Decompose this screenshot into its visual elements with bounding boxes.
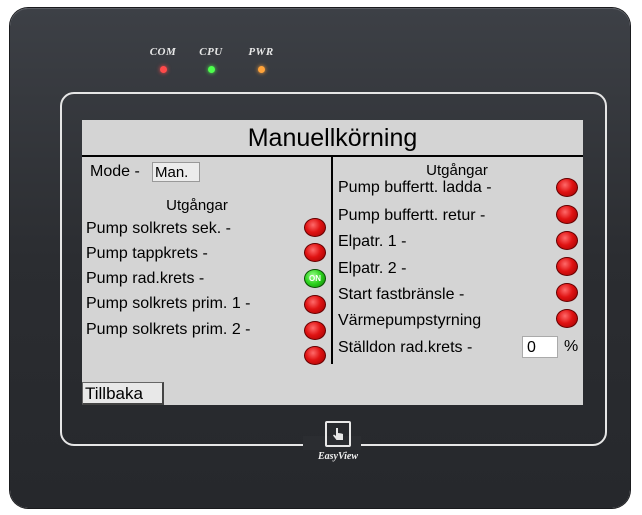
back-button[interactable]: Tillbaka [82, 382, 164, 405]
left-output-label: Pump solkrets prim. 2 - [86, 321, 251, 338]
left-output-label: Pump solkrets sek. - [86, 220, 231, 237]
left-outputs-header: Utgångar [166, 197, 228, 214]
column-divider [331, 157, 333, 364]
left-output-label: Pump tappkrets - [86, 245, 208, 262]
led-com: COM [143, 46, 183, 73]
left-output-label: Pump rad.krets - [86, 270, 205, 287]
output-lamp[interactable]: ON [304, 269, 326, 288]
led-pwr: PWR [241, 46, 281, 73]
output-lamp[interactable] [556, 231, 578, 250]
status-leds: COM CPU PWR [143, 46, 303, 86]
hmi-screen: Manuellkörning Mode - Man. Utgångar Pump… [82, 120, 583, 405]
right-output-label: Värmepumpstyrning [338, 312, 482, 329]
mode-label: Mode - [90, 163, 140, 180]
right-output-label: Elpatr. 1 - [338, 233, 407, 250]
output-lamp[interactable] [556, 283, 578, 302]
right-outputs-header: Utgångar [426, 162, 488, 179]
valve-label: Ställdon rad.krets - [338, 339, 473, 356]
right-output-label: Pump buffertt. ladda - [338, 179, 492, 196]
led-cpu: CPU [191, 46, 231, 73]
led-pwr-label: PWR [248, 46, 274, 58]
output-lamp[interactable] [304, 218, 326, 237]
led-pwr-indicator [257, 66, 265, 73]
led-com-indicator [159, 66, 167, 73]
led-com-label: COM [149, 46, 177, 58]
output-lamp[interactable] [304, 321, 326, 340]
output-lamp[interactable] [304, 346, 326, 365]
mode-value-field[interactable]: Man. [152, 162, 200, 182]
output-lamp[interactable] [556, 205, 578, 224]
output-lamp[interactable] [556, 309, 578, 328]
output-lamp[interactable] [304, 295, 326, 314]
valve-value-input[interactable]: 0 [522, 336, 558, 358]
led-cpu-indicator [207, 66, 215, 73]
valve-unit: % [564, 338, 579, 355]
page-title: Manuellkörning [247, 124, 418, 152]
brand-name: EasyView [317, 451, 358, 462]
right-output-label: Start fastbränsle - [338, 286, 465, 303]
led-cpu-label: CPU [199, 46, 223, 58]
left-output-label: Pump solkrets prim. 1 - [86, 295, 251, 312]
output-lamp[interactable] [304, 243, 326, 262]
output-lamp[interactable] [556, 257, 578, 276]
touch-hand-icon [325, 421, 351, 447]
right-output-label: Pump buffertt. retur - [338, 207, 486, 224]
right-output-label: Elpatr. 2 - [338, 260, 407, 277]
output-lamp[interactable] [556, 178, 578, 197]
brand-logo: EasyView [308, 421, 368, 481]
